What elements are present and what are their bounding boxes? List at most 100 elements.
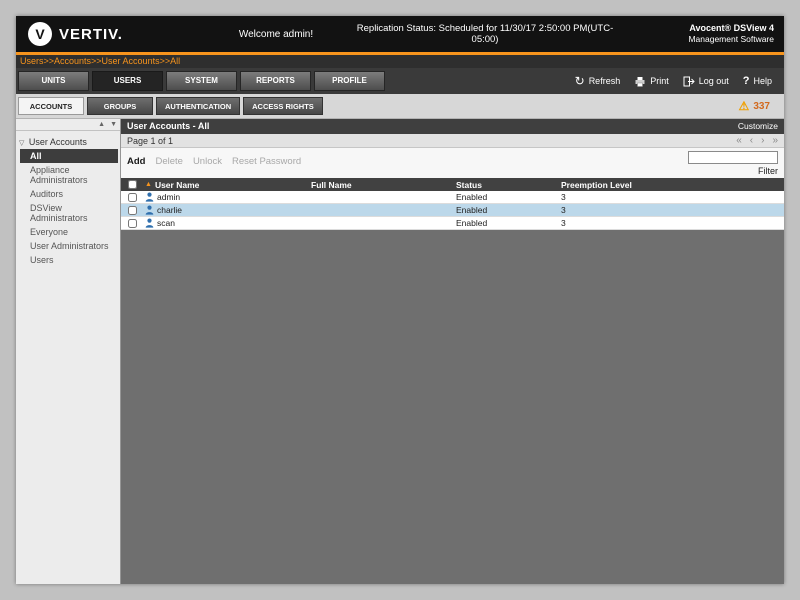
user-name: admin — [157, 192, 181, 202]
help-icon: ? — [742, 75, 750, 87]
preemption-cell: 3 — [561, 218, 566, 228]
user-name: charlie — [157, 205, 183, 215]
user-icon — [145, 192, 154, 202]
tree-item-appliance-administrators[interactable]: Appliance Administrators — [16, 163, 120, 187]
col-full-name[interactable]: Full Name — [309, 180, 454, 190]
last-page-icon[interactable]: » — [772, 134, 778, 147]
subtab-groups[interactable]: GROUPS — [87, 97, 153, 115]
tree-item-all[interactable]: All — [20, 149, 118, 163]
row-checkbox-cell — [121, 218, 143, 228]
table-row[interactable]: scan Enabled 3 — [121, 217, 784, 230]
refresh-icon: ↻ — [574, 74, 585, 88]
subtab-accounts[interactable]: ACCOUNTS — [18, 97, 84, 115]
panel-title-bar: User Accounts - All Customize — [121, 119, 784, 134]
status-cell: Enabled — [456, 218, 488, 228]
logout-label: Log out — [698, 76, 729, 86]
brand-text: VERTIV. — [59, 25, 123, 43]
status-cell: Enabled — [456, 205, 488, 215]
pagination: « ‹ › » — [736, 134, 778, 147]
warning-icon: ⚠ — [738, 99, 750, 113]
col-user-name-label: User Name — [154, 179, 200, 190]
table-row[interactable]: charlie Enabled 3 — [121, 204, 784, 217]
table-row[interactable]: admin Enabled 3 — [121, 191, 784, 204]
select-all-cell — [121, 180, 143, 189]
help-label: Help — [753, 76, 772, 86]
col-user-name[interactable]: ▲ User Name — [143, 180, 309, 190]
print-button[interactable]: Print — [634, 76, 669, 87]
page-title: User Accounts - All — [127, 121, 210, 131]
preemption-cell: 3 — [561, 192, 566, 202]
main-panel: User Accounts - All Customize Page 1 of … — [121, 119, 784, 584]
customize-link[interactable]: Customize — [738, 119, 778, 134]
add-button[interactable]: Add — [127, 156, 145, 167]
tree-item-users[interactable]: Users — [16, 253, 120, 267]
filter-input[interactable] — [688, 151, 778, 164]
print-label: Print — [650, 76, 669, 86]
select-all-checkbox[interactable] — [127, 180, 137, 189]
product-title: Avocent® DSView 4 — [689, 22, 774, 33]
unlock-button[interactable]: Unlock — [193, 156, 222, 167]
breadcrumb-bar: Users>>Accounts>>User Accounts>>All — [16, 55, 784, 68]
prev-page-icon[interactable]: ‹ — [750, 134, 753, 147]
tree-item-auditors[interactable]: Auditors — [16, 187, 120, 201]
logout-icon — [683, 76, 695, 87]
delete-button[interactable]: Delete — [155, 156, 182, 167]
replication-status: Replication Status: Scheduled for 11/30/… — [356, 23, 614, 45]
user-name-cell: charlie — [143, 205, 309, 215]
status-cell: Enabled — [456, 192, 488, 202]
row-checkbox[interactable] — [127, 192, 137, 202]
row-checkbox-cell — [121, 192, 143, 202]
product-subtitle: Management Software — [688, 34, 774, 45]
content-area: ▲ ▼ ▽ User Accounts All Appliance Admini… — [16, 119, 784, 584]
tree-root-label: User Accounts — [28, 137, 87, 147]
tree-root-user-accounts[interactable]: ▽ User Accounts — [16, 135, 120, 149]
reset-password-button[interactable]: Reset Password — [232, 156, 301, 167]
subtab-authentication[interactable]: AUTHENTICATION — [156, 97, 241, 115]
welcome-text: Welcome admin! — [238, 28, 314, 40]
page-info-text: Page 1 of 1 — [127, 136, 174, 146]
help-button[interactable]: ? Help — [743, 75, 772, 87]
sort-asc-icon: ▲ — [145, 181, 152, 188]
logout-button[interactable]: Log out — [683, 76, 729, 87]
preemption-cell: 3 — [561, 205, 566, 215]
col-preemption-level[interactable]: Preemption Level — [559, 180, 784, 190]
sub-tab-bar: ACCOUNTS GROUPS AUTHENTICATION ACCESS RI… — [16, 94, 784, 119]
tab-profile[interactable]: PROFILE — [314, 71, 385, 91]
row-checkbox[interactable] — [127, 205, 137, 215]
tab-reports[interactable]: REPORTS — [240, 71, 311, 91]
next-page-icon[interactable]: › — [761, 134, 764, 147]
user-name-cell: admin — [143, 192, 309, 202]
sidebar-scroll-controls: ▲ ▼ — [16, 119, 120, 131]
breadcrumb[interactable]: Users>>Accounts>>User Accounts>>All — [20, 56, 180, 66]
tab-units[interactable]: UNITS — [18, 71, 89, 91]
tree-item-everyone[interactable]: Everyone — [16, 225, 120, 239]
refresh-button[interactable]: ↻ Refresh — [574, 74, 621, 88]
col-status[interactable]: Status — [454, 180, 559, 190]
tab-users[interactable]: USERS — [92, 71, 163, 91]
alert-badge[interactable]: ⚠ 337 — [739, 99, 784, 113]
tree-expander-icon[interactable]: ▽ — [19, 140, 24, 147]
row-checkbox[interactable] — [127, 218, 137, 228]
subtab-access-rights[interactable]: ACCESS RIGHTS — [243, 97, 323, 115]
tab-system[interactable]: SYSTEM — [166, 71, 237, 91]
page-info-bar: Page 1 of 1 « ‹ › » — [121, 134, 784, 148]
user-name-cell: scan — [143, 218, 309, 228]
app-window: V VERTIV. Welcome admin! Replication Sta… — [16, 16, 784, 584]
main-tab-bar: UNITS USERS SYSTEM REPORTS PROFILE ↻ Ref… — [16, 68, 784, 94]
filter-area: Filter — [688, 151, 778, 176]
top-actions: ↻ Refresh Print Log out ? Help — [575, 75, 784, 87]
sidebar: ▲ ▼ ▽ User Accounts All Appliance Admini… — [16, 119, 121, 584]
tree-item-user-administrators[interactable]: User Administrators — [16, 239, 120, 253]
scroll-up-icon[interactable]: ▲ — [98, 121, 105, 128]
user-icon — [145, 218, 154, 228]
user-name: scan — [157, 218, 175, 228]
scroll-down-icon[interactable]: ▼ — [110, 121, 117, 128]
first-page-icon[interactable]: « — [736, 134, 742, 147]
refresh-label: Refresh — [588, 76, 621, 86]
filter-button[interactable]: Filter — [758, 166, 778, 176]
user-icon — [145, 205, 154, 215]
table-header-row: ▲ User Name Full Name Status Preemption … — [121, 178, 784, 191]
tree-item-dsview-administrators[interactable]: DSView Administrators — [16, 201, 120, 225]
product-name: Avocent® DSView 4 Management Software — [624, 23, 784, 46]
alert-count: 337 — [753, 100, 770, 112]
